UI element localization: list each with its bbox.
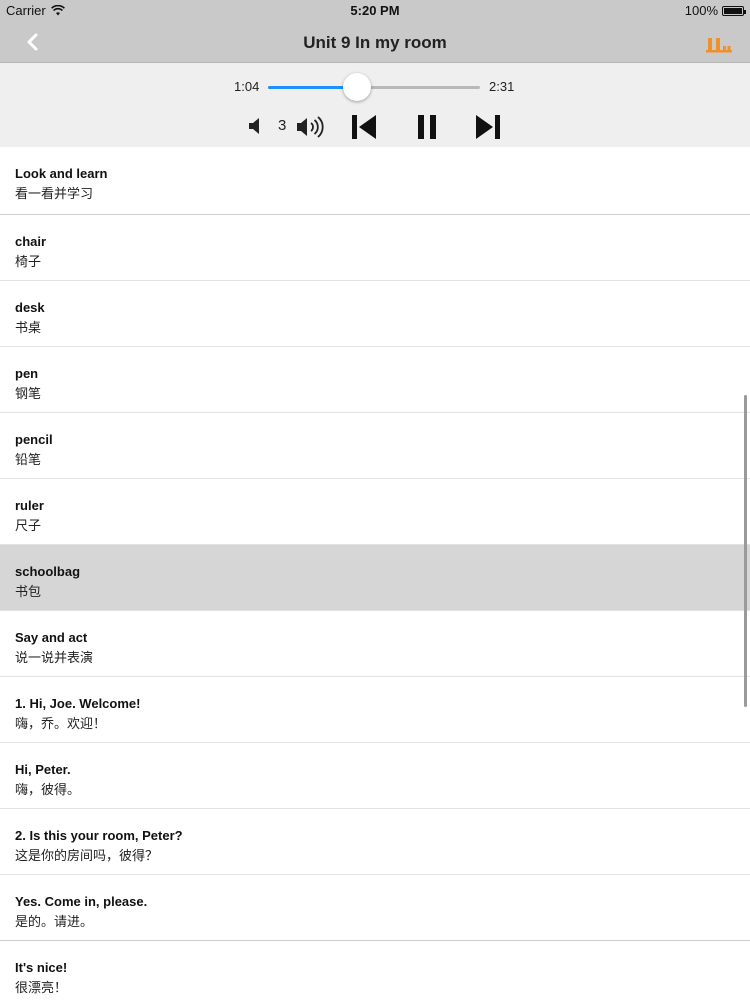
item-english: pen: [15, 366, 39, 381]
list-item[interactable]: pencil 铅笔: [0, 413, 750, 479]
item-chinese: 钢笔: [15, 386, 42, 401]
item-chinese: 看一看并学习: [15, 186, 94, 201]
list-item[interactable]: It's nice! 很漂亮！: [0, 941, 750, 1000]
status-time: 5:20 PM: [350, 3, 400, 18]
volume-level: 3: [278, 117, 287, 134]
item-chinese: 嗨，乔。欢迎！: [15, 716, 107, 731]
volume-down-button[interactable]: [248, 116, 266, 141]
next-button[interactable]: [474, 114, 502, 145]
list-item[interactable]: ruler 尺子: [0, 479, 750, 545]
item-chinese: 是的。请进。: [15, 914, 94, 929]
item-english: chair: [15, 234, 47, 249]
status-bar: Carrier 5:20 PM 100%: [0, 0, 750, 22]
item-english: 2. Is this your room, Peter?: [15, 828, 183, 843]
item-chinese: 尺子: [15, 518, 42, 533]
total-time: 2:31: [489, 79, 515, 94]
current-time: 1:04: [234, 79, 260, 94]
item-english: desk: [15, 300, 45, 315]
list-item[interactable]: 2. Is this your room, Peter? 这是你的房间吗，彼得？: [0, 809, 750, 875]
list-item-selected[interactable]: schoolbag 书包: [0, 545, 750, 611]
navigation-bar: Unit 9 In my room: [0, 22, 750, 63]
item-english: It's nice!: [15, 960, 68, 975]
item-english: 1. Hi, Joe. Welcome!: [15, 696, 141, 711]
item-english: ruler: [15, 498, 44, 513]
list-item[interactable]: Hi, Peter. 嗨，彼得。: [0, 743, 750, 809]
skip-forward-icon: [476, 115, 500, 139]
item-chinese: 嗨，彼得。: [15, 782, 81, 797]
item-chinese: 椅子: [15, 254, 42, 269]
audio-player: 1:04 2:31 3: [0, 63, 750, 147]
scrollbar[interactable]: [744, 395, 747, 707]
item-english: Hi, Peter.: [15, 762, 71, 777]
speaker-high-icon: [297, 116, 324, 138]
item-chinese: 书包: [15, 584, 42, 599]
pause-button[interactable]: [416, 114, 438, 145]
item-english: Look and learn: [15, 166, 108, 181]
item-english: pencil: [15, 432, 53, 447]
list-item[interactable]: desk 书桌: [0, 281, 750, 347]
item-english: Say and act: [15, 630, 88, 645]
speaker-low-icon: [249, 118, 259, 134]
item-english: Yes. Come in, please.: [15, 894, 148, 909]
item-english: schoolbag: [15, 564, 81, 579]
page-title: Unit 9 In my room: [303, 33, 447, 52]
item-chinese: 书桌: [15, 320, 42, 335]
previous-button[interactable]: [350, 114, 378, 145]
progress-slider[interactable]: [268, 86, 480, 89]
sentence-list[interactable]: Look and learn 看一看并学习 chair 椅子 desk 书桌 p…: [0, 147, 750, 1000]
item-chinese: 很漂亮！: [15, 980, 68, 995]
list-item[interactable]: Look and learn 看一看并学习: [0, 147, 750, 215]
battery-status: 100%: [684, 3, 746, 18]
volume-up-button[interactable]: [296, 114, 326, 145]
list-item[interactable]: chair 椅子: [0, 215, 750, 281]
item-chinese: 铅笔: [15, 452, 42, 467]
progress-thumb[interactable]: [343, 73, 372, 101]
menu-button[interactable]: [706, 32, 732, 54]
battery-icon: [722, 5, 746, 16]
list-item[interactable]: Yes. Come in, please. 是的。请进。: [0, 875, 750, 941]
item-chinese: 这是你的房间吗，彼得？: [15, 848, 159, 863]
list-item[interactable]: pen 钢笔: [0, 347, 750, 413]
battery-percent: 100%: [684, 3, 718, 18]
pause-icon: [418, 115, 436, 139]
skip-back-icon: [352, 115, 376, 139]
list-item[interactable]: Say and act 说一说并表演: [0, 611, 750, 677]
item-chinese: 说一说并表演: [15, 650, 94, 665]
bars-icon: [706, 38, 732, 53]
list-item[interactable]: 1. Hi, Joe. Welcome! 嗨，乔。欢迎！: [0, 677, 750, 743]
